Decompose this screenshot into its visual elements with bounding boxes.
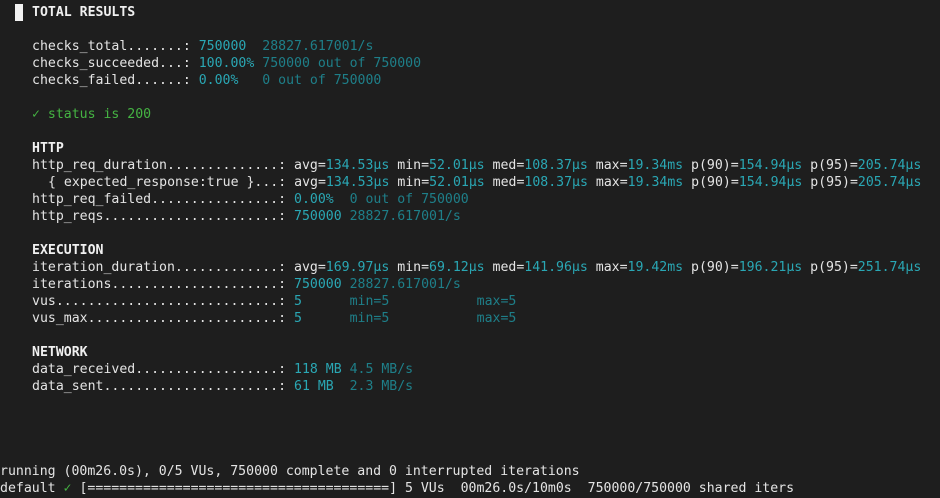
metric-rate: 2.3 MB/s xyxy=(349,379,414,394)
metric-label: { expected_response:true }...: xyxy=(48,175,295,190)
metric-rate: 28827.617001/s xyxy=(349,277,461,292)
metric-rate: 4.5 MB/s xyxy=(349,362,414,377)
metric-p95: 205.74µs xyxy=(857,158,922,173)
metric-value: 750000 xyxy=(198,39,247,54)
metric-p95: 205.74µs xyxy=(857,175,922,190)
metric-med: 108.37µs xyxy=(524,158,588,173)
vus-count: 5 VUs xyxy=(404,481,445,496)
metric-label: vus............................: xyxy=(32,294,295,309)
http-req-failed-row: http_req_failed................: 0.00% 0… xyxy=(32,191,469,208)
metric-value: 0.00% xyxy=(198,73,239,88)
metric-label: http_reqs......................: xyxy=(32,209,295,224)
metric-avg: 169.97µs xyxy=(325,260,390,275)
metric-med: 141.96µs xyxy=(524,260,588,275)
metric-max: 19.34ms xyxy=(627,158,684,173)
metric-max: 19.42ms xyxy=(627,260,684,275)
metric-min: 69.12µs xyxy=(429,260,485,275)
metric-value: 5 xyxy=(294,311,302,326)
metric-max: max=5 xyxy=(476,311,517,326)
metric-detail: 0 out of 750000 xyxy=(262,73,382,88)
metric-value: 5 xyxy=(294,294,302,309)
iteration-duration-row: iteration_duration.............: avg=169… xyxy=(32,260,922,275)
metric-value: 118 MB xyxy=(294,362,342,377)
metric-label: checks_succeeded...: xyxy=(32,56,199,71)
iteration-count: 750000/750000 shared iters xyxy=(587,481,795,496)
data-received-row: data_received..................: 118 MB … xyxy=(32,361,413,378)
metric-min: min=5 xyxy=(349,311,390,326)
metric-rate: 28827.617001/s xyxy=(349,209,461,224)
data-sent-row: data_sent......................: 61 MB 2… xyxy=(32,378,413,395)
metric-rate: 28827.617001/s xyxy=(262,39,374,54)
metric-label: http_req_duration..............: xyxy=(32,158,295,173)
metric-med: 108.37µs xyxy=(524,175,588,190)
metric-p95: 251.74µs xyxy=(857,260,922,275)
metric-avg: 134.53µs xyxy=(325,175,390,190)
checks-failed-row: checks_failed......: 0.00% 0 out of 7500… xyxy=(32,72,381,89)
header-title: TOTAL RESULTS xyxy=(32,5,136,20)
elapsed-time: 00m26.0s/10m0s xyxy=(460,481,572,496)
metric-label: checks_total.......: xyxy=(32,39,199,54)
metric-label: data_received..................: xyxy=(32,362,295,377)
metric-label: iterations.....................: xyxy=(32,277,295,292)
metric-p90: 154.94µs xyxy=(738,175,803,190)
metric-max: 19.34ms xyxy=(627,175,684,190)
check-status-200: ✓ status is 200 xyxy=(32,106,151,123)
metric-avg: 134.53µs xyxy=(325,158,390,173)
metric-detail: 0 out of 750000 xyxy=(349,192,469,207)
terminal-window: { "header": { "title": "TOTAL RESULTS" }… xyxy=(0,0,940,498)
progress-bar: [======================================] xyxy=(79,481,398,496)
http-req-duration-row: http_req_duration..............: avg=134… xyxy=(32,158,922,173)
metric-label: http_req_failed................: xyxy=(32,192,295,207)
vus-max-row: vus_max........................: 5 min=5… xyxy=(32,310,516,327)
section-heading-network: NETWORK xyxy=(32,345,88,360)
metric-min: 52.01µs xyxy=(429,158,485,173)
vus-row: vus............................: 5 min=5… xyxy=(32,293,516,310)
section-heading-execution: EXECUTION xyxy=(32,243,104,258)
expected-response-row: { expected_response:true }...: avg=134.5… xyxy=(48,175,922,190)
metric-min: 52.01µs xyxy=(429,175,485,190)
metric-max: max=5 xyxy=(476,294,517,309)
metric-value: 100.00% xyxy=(198,56,255,71)
header-block-cursor xyxy=(15,4,23,21)
checks-total-row: checks_total.......: 750000 28827.617001… xyxy=(32,38,373,55)
metric-value: 61 MB xyxy=(294,379,334,394)
metric-label: checks_failed......: xyxy=(32,73,199,88)
scenario-name: default xyxy=(0,481,56,496)
metric-p90: 154.94µs xyxy=(738,158,803,173)
metric-value: 0.00% xyxy=(294,192,334,207)
metric-value: 750000 xyxy=(294,277,342,292)
metric-value: 750000 xyxy=(294,209,342,224)
progress-line: default ✓ [=============================… xyxy=(0,480,794,497)
metric-min: min=5 xyxy=(349,294,390,309)
checks-succeeded-row: checks_succeeded...: 100.00% 750000 out … xyxy=(32,55,421,72)
http-reqs-row: http_reqs......................: 750000 … xyxy=(32,208,461,225)
metric-detail: 750000 out of 750000 xyxy=(262,56,422,71)
section-heading-http: HTTP xyxy=(32,141,64,156)
iterations-row: iterations.....................: 750000 … xyxy=(32,276,461,293)
metric-label: data_sent......................: xyxy=(32,379,295,394)
metric-label: iteration_duration.............: xyxy=(32,260,295,275)
metric-label: vus_max........................: xyxy=(32,311,295,326)
run-status-line: running (00m26.0s), 0/5 VUs, 750000 comp… xyxy=(0,464,580,479)
check-text: status is 200 xyxy=(47,107,152,122)
checkmark-icon: ✓ xyxy=(32,107,40,122)
metric-p90: 196.21µs xyxy=(738,260,803,275)
